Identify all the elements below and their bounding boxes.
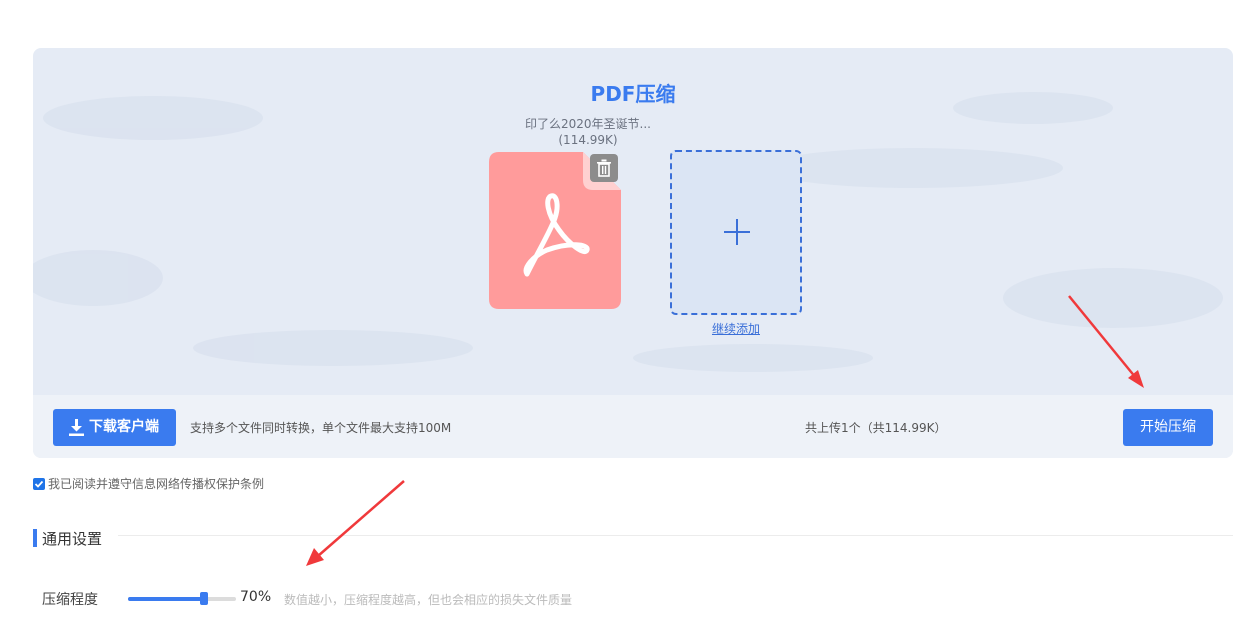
download-icon bbox=[69, 419, 84, 436]
download-client-button[interactable]: 下载客户端 bbox=[53, 409, 176, 446]
compression-slider[interactable] bbox=[128, 592, 236, 605]
add-file-dropzone[interactable] bbox=[670, 150, 802, 315]
add-more-link[interactable]: 继续添加 bbox=[670, 320, 802, 337]
delete-file-button[interactable] bbox=[590, 154, 618, 182]
slider-thumb[interactable] bbox=[200, 592, 208, 605]
slider-fill bbox=[128, 597, 204, 601]
section-divider bbox=[118, 535, 1233, 536]
compression-hint: 数值越小，压缩程度越高，但也会相应的损失文件质量 bbox=[284, 593, 573, 607]
section-title: 通用设置 bbox=[42, 530, 103, 548]
trash-icon bbox=[597, 159, 611, 177]
plus-icon-vertical bbox=[736, 219, 738, 245]
start-compress-button[interactable]: 开始压缩 bbox=[1123, 409, 1213, 446]
agreement-row[interactable]: 我已阅读并遵守信息网络传播权保护条例 bbox=[33, 476, 264, 492]
upload-hint: 支持多个文件同时转换，单个文件最大支持100M bbox=[190, 421, 452, 435]
download-client-label: 下载客户端 bbox=[89, 419, 159, 435]
check-icon bbox=[34, 480, 44, 488]
agreement-checkbox[interactable] bbox=[33, 478, 45, 490]
agreement-label: 我已阅读并遵守信息网络传播权保护条例 bbox=[48, 477, 265, 491]
bottom-toolbar: 下载客户端 支持多个文件同时转换，单个文件最大支持100M 共上传1个（共114… bbox=[33, 395, 1233, 458]
file-size: (114.99K) bbox=[558, 133, 618, 147]
compression-value: 70% bbox=[240, 589, 272, 605]
arrow-compression-slider bbox=[306, 480, 405, 566]
compression-label: 压缩程度 bbox=[42, 592, 98, 608]
upload-count: 共上传1个（共114.99K） bbox=[805, 421, 947, 435]
file-name: 印了么2020年圣诞节... bbox=[525, 117, 651, 131]
page-title: PDF压缩 bbox=[590, 82, 676, 106]
upload-panel: PDF压缩 印了么2020年圣诞节... (114.99K) 继续添加 下载客户… bbox=[33, 48, 1233, 458]
section-accent-bar bbox=[33, 529, 37, 547]
